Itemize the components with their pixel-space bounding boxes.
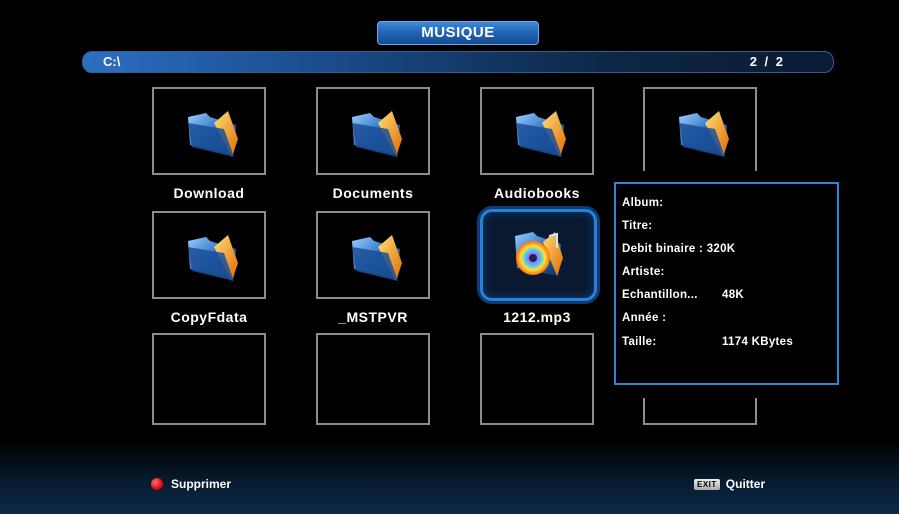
folder-tile-documents[interactable] bbox=[316, 87, 430, 175]
folder-tile-download[interactable] bbox=[152, 87, 266, 175]
tile-label-1212-mp3: 1212.mp3 bbox=[503, 309, 571, 325]
folder-icon bbox=[188, 235, 238, 281]
bitrate-row: Debit binaire : 320K bbox=[622, 243, 735, 255]
size-label: Taille: bbox=[622, 336, 657, 348]
title-label: Titre: bbox=[622, 220, 653, 232]
empty-tile[interactable] bbox=[152, 333, 266, 425]
path-bar: C:\ 2 / 2 bbox=[82, 51, 834, 73]
tile-label-copyfdata: CopyFdata bbox=[170, 309, 248, 325]
delete-hint[interactable]: Supprimer bbox=[151, 477, 231, 491]
file-info-panel: Album: Titre: Debit binaire : 320K Artis… bbox=[614, 182, 839, 385]
page-indicator: 2 / 2 bbox=[749, 54, 785, 69]
empty-tile[interactable] bbox=[643, 398, 757, 425]
folder-icon bbox=[352, 111, 402, 157]
size-value: 1174 KBytes bbox=[722, 336, 794, 348]
folder-icon bbox=[679, 111, 729, 157]
year-label: Année : bbox=[622, 312, 667, 324]
tile-label-audiobooks: Audiobooks bbox=[494, 185, 580, 201]
tile-label-mstpvr: _MSTPVR bbox=[338, 309, 408, 325]
folder-tile-audiobooks[interactable] bbox=[480, 87, 594, 175]
music-tile-1212[interactable] bbox=[480, 209, 597, 301]
delete-label: Supprimer bbox=[171, 477, 232, 491]
red-button-icon bbox=[151, 478, 163, 490]
exit-key-icon: EXIT bbox=[694, 478, 720, 490]
empty-tile[interactable] bbox=[316, 333, 430, 425]
album-label: Album: bbox=[622, 197, 664, 209]
folder-icon bbox=[516, 111, 566, 157]
sample-row: Echantillon... 48K bbox=[622, 289, 822, 301]
exit-hint[interactable]: EXIT Quitter bbox=[694, 477, 765, 491]
tile-label-documents: Documents bbox=[332, 185, 414, 201]
bitrate-label: Debit binaire : bbox=[622, 243, 704, 255]
exit-label: Quitter bbox=[725, 477, 766, 491]
folder-icon bbox=[188, 111, 238, 157]
bitrate-value: 320K bbox=[706, 243, 736, 255]
size-row: Taille: 1174 KBytes bbox=[622, 336, 822, 348]
folder-icon bbox=[352, 235, 402, 281]
artist-label: Artiste: bbox=[622, 266, 665, 278]
sample-label: Echantillon... bbox=[622, 289, 698, 301]
page-title: MUSIQUE bbox=[377, 21, 539, 45]
folder-tile-copyfdata[interactable] bbox=[152, 211, 266, 299]
tile-label-download: Download bbox=[173, 185, 245, 201]
folder-tile-4[interactable] bbox=[643, 87, 757, 171]
music-file-icon bbox=[515, 232, 563, 276]
folder-tile-mstpvr[interactable] bbox=[316, 211, 430, 299]
current-path: C:\ bbox=[103, 54, 121, 69]
sample-value: 48K bbox=[722, 289, 744, 301]
empty-tile[interactable] bbox=[480, 333, 594, 425]
